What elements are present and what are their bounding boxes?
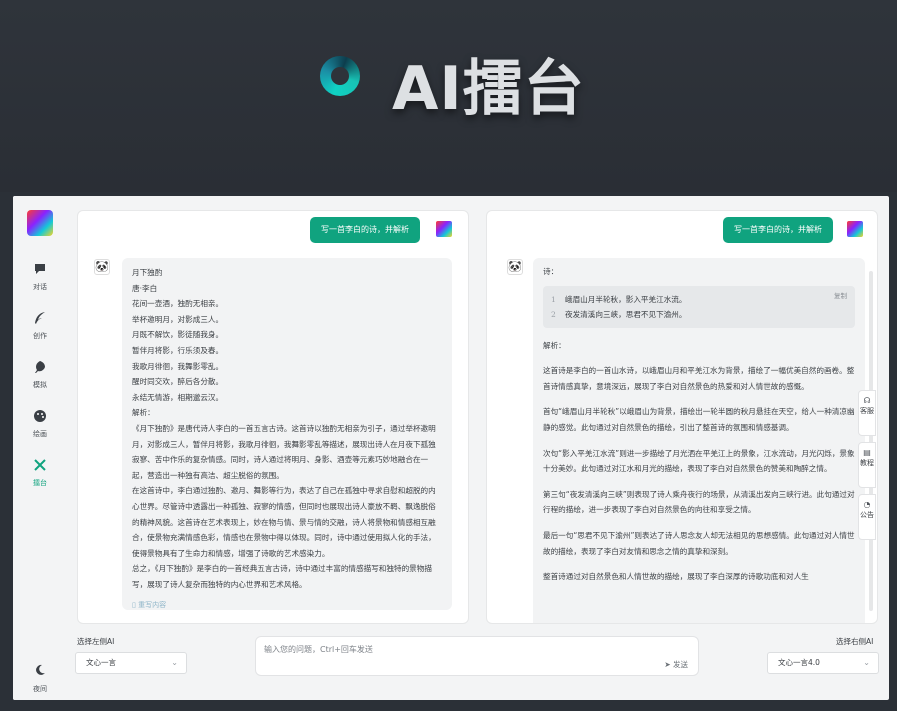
right-select-label: 选择右侧AI — [836, 637, 874, 646]
question-input[interactable] — [264, 645, 664, 654]
bot-message: 月下独酌唐·李白花间一壶酒，独酌无相亲。 举杯邀明月，对影成三人。 月既不解饮，影徒… — [122, 258, 452, 610]
copy-button[interactable]: 复制 — [834, 289, 847, 304]
analysis-label: 解析： — [543, 340, 566, 350]
sidebar-item-draw[interactable]: 绘画 — [13, 409, 67, 439]
analysis-paragraph: 第三句“夜发清溪向三峡”则表现了诗人乘舟夜行的场景，从清溪出发向三峡行进。此句通… — [543, 489, 855, 515]
float-tab-tutorial[interactable]: ▤ 教程 — [858, 442, 876, 488]
send-button[interactable]: ➤ 发送 — [664, 659, 688, 670]
sidebar-item-create[interactable]: 创作 — [13, 311, 67, 341]
book-icon: ▤ — [863, 448, 871, 457]
sidebar: 对话 创作 模拟 绘画 擂台 夜间 — [13, 196, 67, 700]
sidebar-item-label: 擂台 — [33, 479, 47, 487]
response-line: 在这首诗中，李白通过独酌、邀月、舞影等行为，表达了自己在孤独中寻求自慰和超脱的内… — [132, 486, 436, 558]
feather-icon — [32, 311, 48, 327]
response-line: 永结无情游，相期邈云汉。 — [132, 392, 224, 402]
banner: AI擂台 — [0, 0, 897, 192]
user-message: 写一首李白的诗，并解析 — [310, 217, 420, 243]
user-avatar — [436, 221, 452, 237]
poem-label: 诗： — [543, 267, 559, 276]
banner-title: AI擂台 — [392, 54, 585, 124]
analysis-paragraph: 首句“峨眉山月半轮秋”以峨眉山为背景，描绘出一轮半圆的秋月悬挂在天空，给人一种清… — [543, 407, 855, 432]
chevron-down-icon: ⌄ — [171, 658, 178, 667]
sidebar-item-label: 对话 — [33, 283, 47, 291]
brand-logo-icon — [320, 56, 360, 96]
code-line: 2 夜发清溪向三峡，思君不见下渝州。 — [551, 309, 687, 319]
night-mode-toggle[interactable]: 夜间 — [13, 664, 67, 694]
user-avatar — [847, 221, 863, 237]
code-block: 复制 1 峨眉山月半轮秋，影入平羌江水流。 2 夜发清溪向三峡，思君不见下渝州。 — [543, 285, 855, 328]
analysis-paragraph: 这首诗是李白的一首山水诗，以峨眉山月和平羌江水为背景，描绘了一幅优美自然的画卷。… — [543, 366, 855, 391]
sidebar-item-arena[interactable]: 擂台 — [13, 458, 67, 488]
panda-avatar-icon: 🐼 — [94, 259, 110, 275]
analysis-text: 这首诗是李白的一首山水诗，以峨眉山月和平羌江水为背景，描绘了一幅优美自然的画卷。… — [543, 363, 855, 585]
response-line: 暂伴月将影，行乐须及春。 — [132, 345, 224, 355]
right-chat-panel[interactable]: 写一首李白的诗，并解析 🐼 诗： 复制 1 峨眉山月半轮秋，影入平羌江水流。 2… — [486, 210, 878, 624]
response-line: 我歌月徘徊，我舞影零乱。 — [132, 361, 224, 371]
sidebar-item-label: 绘画 — [33, 430, 47, 438]
send-icon: ➤ — [664, 660, 673, 669]
right-ai-select[interactable]: 文心一言4.0 ⌄ — [767, 652, 879, 674]
bot-message-text: 月下独酌唐·李白花间一壶酒，独酌无相亲。 举杯邀明月，对影成三人。 月既不解饮，影徒… — [132, 265, 442, 592]
response-line: 月下独酌 — [132, 268, 163, 277]
user-message: 写一首李白的诗，并解析 — [723, 217, 833, 243]
response-line: 总之，《月下独酌》是李白的一首经典五言古诗，诗中通过丰富的情感描写和独特的景物描… — [132, 564, 432, 589]
sidebar-item-label: 创作 — [33, 332, 47, 340]
bot-message: 诗： 复制 1 峨眉山月半轮秋，影入平羌江水流。 2 夜发清溪向三峡，思君不见下… — [533, 258, 865, 623]
code-line: 1 峨眉山月半轮秋，影入平羌江水流。 — [551, 294, 687, 304]
response-line: 《月下独酌》是唐代诗人李白的一首五言古诗。这首诗以独酌无相亲为引子，通过举杯邀明… — [132, 423, 436, 480]
float-tab-notice[interactable]: ◔ 公告 — [858, 494, 876, 540]
cross-swords-icon — [32, 458, 48, 474]
analysis-paragraph: 最后一句“思君不见下渝州”则表达了诗人思念友人却无法相见的思想感情。此句通过对人… — [543, 530, 855, 556]
bell-icon: ◔ — [863, 500, 871, 509]
response-line: 解析： — [132, 408, 155, 418]
sidebar-item-label: 模拟 — [33, 381, 47, 389]
float-tab-support[interactable]: ☊ 客服 — [858, 390, 876, 436]
response-line: 唐·李白 — [132, 283, 158, 293]
response-line: 醒时同交欢，醉后各分散。 — [132, 377, 224, 387]
regenerate-link[interactable]: ▯ 重写内容 — [132, 598, 442, 610]
leaf-icon — [32, 360, 48, 376]
response-line: 举杯邀明月，对影成三人。 — [132, 314, 224, 324]
headset-icon: ☊ — [863, 396, 871, 405]
left-select-label: 选择左侧AI — [77, 637, 115, 646]
question-input-box[interactable]: ➤ 发送 — [255, 636, 699, 676]
analysis-paragraph: 整首诗通过对自然景色和人情世故的描绘，展现了李白深厚的诗歌功底和对人生 — [543, 572, 809, 582]
panda-avatar-icon: 🐼 — [507, 259, 523, 275]
sidebar-item-chat[interactable]: 对话 — [13, 262, 67, 292]
left-chat-panel[interactable]: 写一首李白的诗，并解析 🐼 月下独酌唐·李白花间一壶酒，独酌无相亲。 举杯邀明月，… — [77, 210, 469, 624]
night-mode-label: 夜间 — [33, 685, 47, 693]
scrollbar[interactable] — [869, 271, 873, 611]
moon-icon — [32, 664, 48, 680]
app-window: 对话 创作 模拟 绘画 擂台 夜间 写一首李白的诗，并解析 🐼 月下独酌 唐·李… — [13, 196, 889, 700]
left-ai-select[interactable]: 文心一言 ⌄ — [75, 652, 187, 674]
app-logo[interactable] — [27, 210, 53, 236]
response-line: 月既不解饮，影徒随我身。 — [132, 330, 224, 340]
palette-icon — [32, 409, 48, 425]
analysis-paragraph: 次句“影入平羌江水流”则进一步描绘了月光洒在平羌江上的景象，江水流动，月光闪烁，… — [543, 448, 855, 474]
sidebar-item-simulate[interactable]: 模拟 — [13, 360, 67, 390]
chevron-down-icon: ⌄ — [863, 658, 870, 667]
chat-bubble-icon — [32, 262, 48, 278]
response-line: 花间一壶酒，独酌无相亲。 — [132, 299, 224, 309]
